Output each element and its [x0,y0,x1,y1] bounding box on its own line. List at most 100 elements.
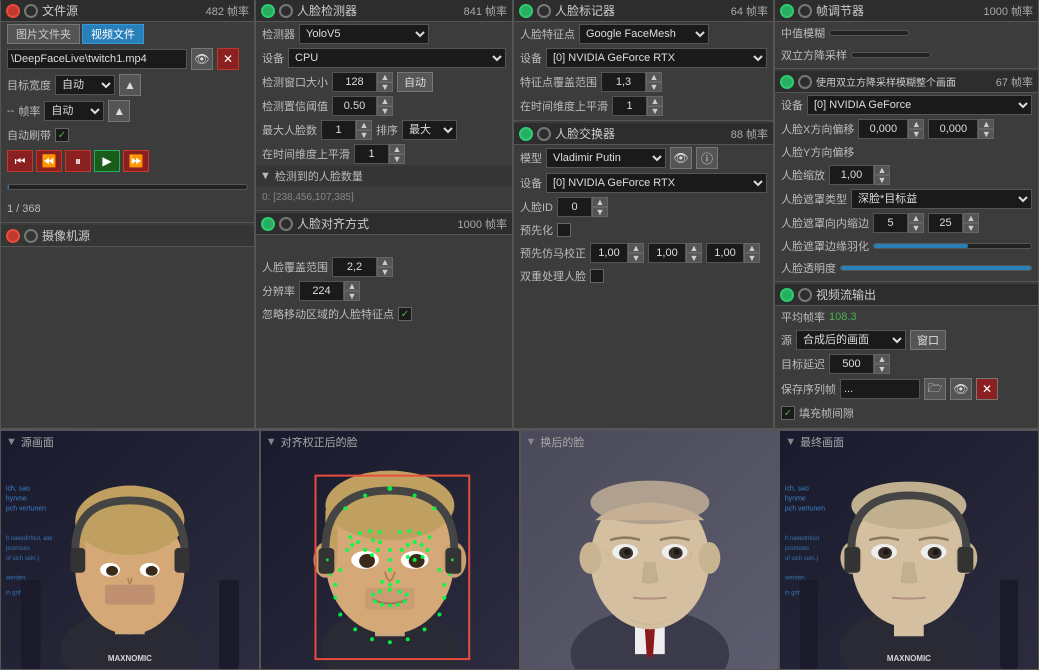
marker-power-btn[interactable] [519,4,533,18]
camera-check[interactable] [24,229,38,243]
align-check[interactable] [279,217,293,231]
ignore-checkbox[interactable]: ✓ [398,307,412,321]
coverage-up[interactable]: ▲ [377,257,393,267]
border-input-2[interactable] [928,213,963,233]
max-faces-down[interactable]: ▼ [356,130,372,140]
auto-btn[interactable]: 自动 [397,72,433,92]
swapper-check[interactable] [537,127,551,141]
range-input[interactable] [601,72,646,92]
downsample-power-btn[interactable] [780,75,794,89]
align-power-btn[interactable] [261,217,275,231]
preface-checkbox[interactable] [557,223,571,237]
file-path-input[interactable] [7,49,187,69]
stream-source-select[interactable]: 合成后的画面 [796,330,906,350]
marker-smooth-input[interactable] [612,96,647,116]
presync-input-2[interactable] [648,243,686,263]
window-size-up-btn[interactable]: ▲ [377,72,393,82]
resolution-input[interactable] [299,281,344,301]
fill-gap-checkbox[interactable]: ✓ [781,406,795,420]
opacity-slider[interactable] [840,265,1032,271]
dual-checkbox[interactable] [590,269,604,283]
mask-type-select[interactable]: 深脸*目标益 [851,189,1032,209]
border-up-2[interactable]: ▲ [963,213,979,223]
bilateral-slider[interactable] [851,52,931,58]
border-down-1[interactable]: ▼ [908,223,924,233]
face-id-input[interactable] [557,197,592,217]
face-id-up[interactable]: ▲ [592,197,608,207]
scale-input[interactable] [829,165,874,185]
max-faces-input[interactable] [321,120,356,140]
resolution-up[interactable]: ▲ [344,281,360,291]
resolution-down[interactable]: ▼ [344,291,360,301]
marker-smooth-down[interactable]: ▼ [647,106,663,116]
save-path-input[interactable] [840,379,920,399]
delay-down[interactable]: ▼ [874,364,890,374]
presync-up-1[interactable]: ▲ [628,243,644,253]
fast-fwd-btn[interactable]: ⏩ [123,150,149,172]
model-eye-btn[interactable]: 👁 [670,147,692,169]
stream-check[interactable] [798,288,812,302]
detector-select[interactable]: YoloV5 [299,24,429,44]
face-id-down[interactable]: ▼ [592,207,608,217]
blur-slider[interactable] [873,243,1032,249]
close-file-btn[interactable]: ✕ [217,48,239,70]
scale-up[interactable]: ▲ [874,165,890,175]
smooth-down[interactable]: ▼ [389,154,405,164]
detected-section[interactable]: ▼ 检测到的人脸数量 [256,166,512,186]
shift-x-down[interactable]: ▼ [908,129,924,139]
adjuster-check[interactable] [798,4,812,18]
presync-down-3[interactable]: ▼ [744,253,760,263]
adjuster-power-btn[interactable] [780,4,794,18]
save-close-btn[interactable]: ✕ [976,378,998,400]
median-slider[interactable] [829,30,909,36]
landmark-select[interactable]: Google FaceMesh [579,24,709,44]
stream-power-btn[interactable] [780,288,794,302]
border-input-1[interactable] [873,213,908,233]
window-btn[interactable]: 窗口 [910,330,946,350]
progress-track[interactable] [7,184,248,190]
presync-up-3[interactable]: ▲ [744,243,760,253]
window-size-input[interactable] [332,72,377,92]
max-faces-up[interactable]: ▲ [356,120,372,130]
shift-x-input-2[interactable] [928,119,978,139]
detector-device-select[interactable]: CPU [288,48,506,68]
pause-btn[interactable]: ⏸ [65,150,91,172]
presync-down-1[interactable]: ▼ [628,253,644,263]
detector-power-btn[interactable] [261,4,275,18]
save-folder-btn[interactable]: 🗁 [924,378,946,400]
threshold-down[interactable]: ▼ [377,106,393,116]
prev-btn[interactable]: ⏪ [36,150,62,172]
detector-check[interactable] [279,4,293,18]
fps-up[interactable]: ▲ [108,100,130,122]
auto-copy-checkbox[interactable]: ✓ [55,128,69,142]
range-down[interactable]: ▼ [646,82,662,92]
presync-input-1[interactable] [590,243,628,263]
tab-image-folder[interactable]: 图片文件夹 [7,24,80,44]
window-size-down-btn[interactable]: ▼ [377,82,393,92]
threshold-input[interactable] [332,96,377,116]
swapper-device-select[interactable]: [0] NVIDIA GeForce RTX [546,173,767,193]
border-up-1[interactable]: ▲ [908,213,924,223]
presync-up-2[interactable]: ▲ [686,243,702,253]
coverage-down[interactable]: ▼ [377,267,393,277]
fps-select[interactable]: 自动 [44,101,104,121]
target-width-up[interactable]: ▲ [119,74,141,96]
model-select[interactable]: Vladimir Putin [546,148,666,168]
camera-power-btn[interactable] [6,229,20,243]
downsample-check[interactable] [798,75,812,89]
eye-toggle[interactable]: 👁 [191,48,213,70]
source-power-btn[interactable] [6,4,20,18]
play-btn[interactable]: ▶ [94,150,120,172]
delay-up[interactable]: ▲ [874,354,890,364]
adj-device-select[interactable]: [0] NVIDIA GeForce [807,95,1032,115]
coverage-input[interactable] [332,257,377,277]
shift-x-input[interactable] [858,119,908,139]
range-up[interactable]: ▲ [646,72,662,82]
sort-select[interactable]: 最大 [402,120,457,140]
tab-video-file[interactable]: 视频文件 [82,24,144,44]
shift-x-down-2[interactable]: ▼ [978,129,994,139]
presync-input-3[interactable] [706,243,744,263]
scale-down[interactable]: ▼ [874,175,890,185]
presync-down-2[interactable]: ▼ [686,253,702,263]
smooth-input[interactable] [354,144,389,164]
